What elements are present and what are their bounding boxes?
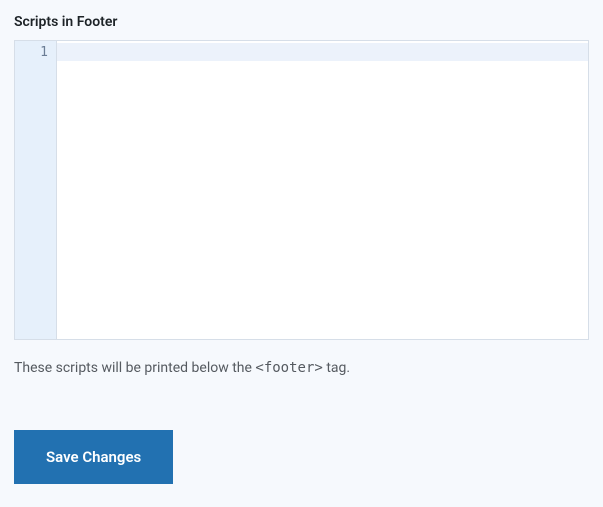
code-area[interactable]: [57, 41, 588, 339]
description-code-tag: <footer>: [255, 360, 322, 376]
field-description: These scripts will be printed below the …: [14, 360, 589, 376]
scripts-footer-input[interactable]: [57, 41, 588, 339]
description-text-before: These scripts will be printed below the: [14, 360, 255, 376]
code-gutter: 1: [15, 41, 57, 339]
gutter-line-number: 1: [15, 45, 48, 60]
save-changes-button[interactable]: Save Changes: [14, 430, 173, 484]
code-editor[interactable]: 1: [14, 40, 589, 340]
field-label: Scripts in Footer: [14, 14, 589, 30]
description-text-after: tag.: [326, 360, 350, 376]
